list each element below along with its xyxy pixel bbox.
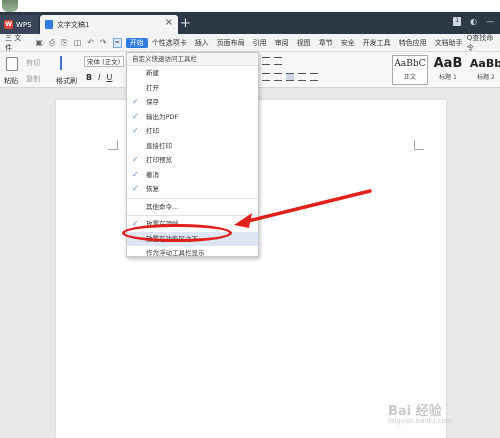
watermark-url: jingyan.baidu.com xyxy=(388,417,453,425)
annotation-arrow xyxy=(234,189,372,228)
watermark: Bai 经验 jingyan.baidu.com xyxy=(388,400,453,425)
